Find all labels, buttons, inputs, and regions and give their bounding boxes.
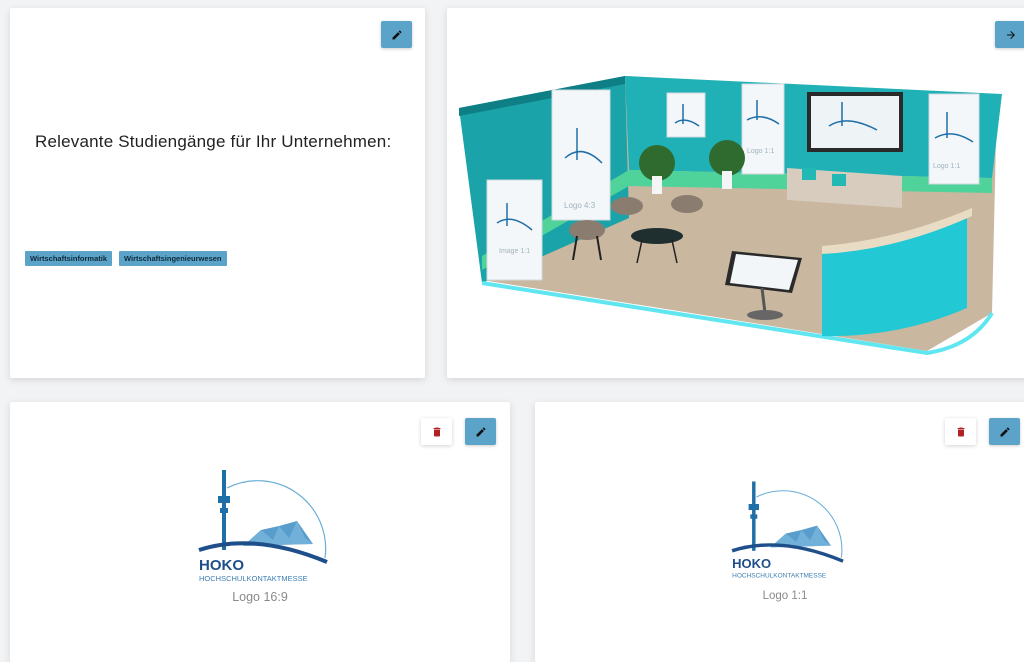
logo-brand-sub: HOCHSCHULKONTAKTMESSE (199, 574, 308, 583)
logo-brand: HOKO (199, 557, 244, 574)
wall-banner (741, 83, 785, 175)
studies-card: Relevante Studiengänge für Ihr Unternehm… (10, 8, 425, 378)
rollup-banner-label: Image 1:1 (499, 248, 530, 255)
logo-caption: Logo 16:9 (232, 590, 288, 604)
trash-icon (433, 427, 440, 436)
logo-brand-sub: HOCHSCHULKONTAKTMESSE (732, 573, 827, 580)
booth-rendering: Logo 4:3 Image 1:1 Logo 1:1 Logo 1:1 (459, 76, 1002, 356)
logo-brand: HOKO (732, 556, 771, 571)
wall-banner-right (928, 93, 980, 185)
poster-label: Logo 4:3 (564, 201, 596, 210)
rollup-banner (486, 179, 543, 281)
wall-banner-right-label: Logo 1:1 (933, 163, 960, 170)
edit-button[interactable] (989, 418, 1020, 445)
hoko-logo: HOKO HOCHSCHULKONTAKTMESSE (731, 481, 844, 580)
logo-preview: HOKO HOCHSCHULKONTAKTMESSE Logo 16:9 (10, 466, 510, 604)
study-tags: Wirtschaftsinformatik Wirtschaftsingenie… (25, 251, 227, 266)
logo-caption: Logo 1:1 (762, 590, 808, 602)
trash-icon (957, 427, 964, 436)
study-tag: Wirtschaftsinformatik (25, 251, 113, 266)
logo-card-1-1: HOKO HOCHSCHULKONTAKTMESSE Logo 1:1 (535, 402, 1024, 662)
studies-title: Relevante Studiengänge für Ihr Unternehm… (35, 132, 392, 151)
hoko-logo: HOKO HOCHSCHULKONTAKTMESSE (198, 470, 328, 583)
pencil-icon (392, 29, 402, 39)
delete-button[interactable] (945, 418, 976, 445)
logo-card-16-9: HOKO HOCHSCHULKONTAKTMESSE Logo 16:9 (10, 402, 510, 662)
study-tag: Wirtschaftsingenieurwesen (119, 251, 227, 266)
booth-preview-card: Logo 4:3 Image 1:1 Logo 1:1 Logo 1:1 (447, 8, 1024, 378)
delete-button[interactable] (421, 418, 452, 445)
edit-button[interactable] (381, 21, 412, 48)
logo-preview: HOKO HOCHSCHULKONTAKTMESSE Logo 1:1 (535, 474, 1024, 602)
wall-banner-label: Logo 1:1 (747, 148, 774, 155)
pencil-icon (1000, 426, 1010, 436)
wall-logo-frame (666, 92, 706, 138)
pencil-icon (476, 426, 486, 436)
edit-button[interactable] (465, 418, 496, 445)
